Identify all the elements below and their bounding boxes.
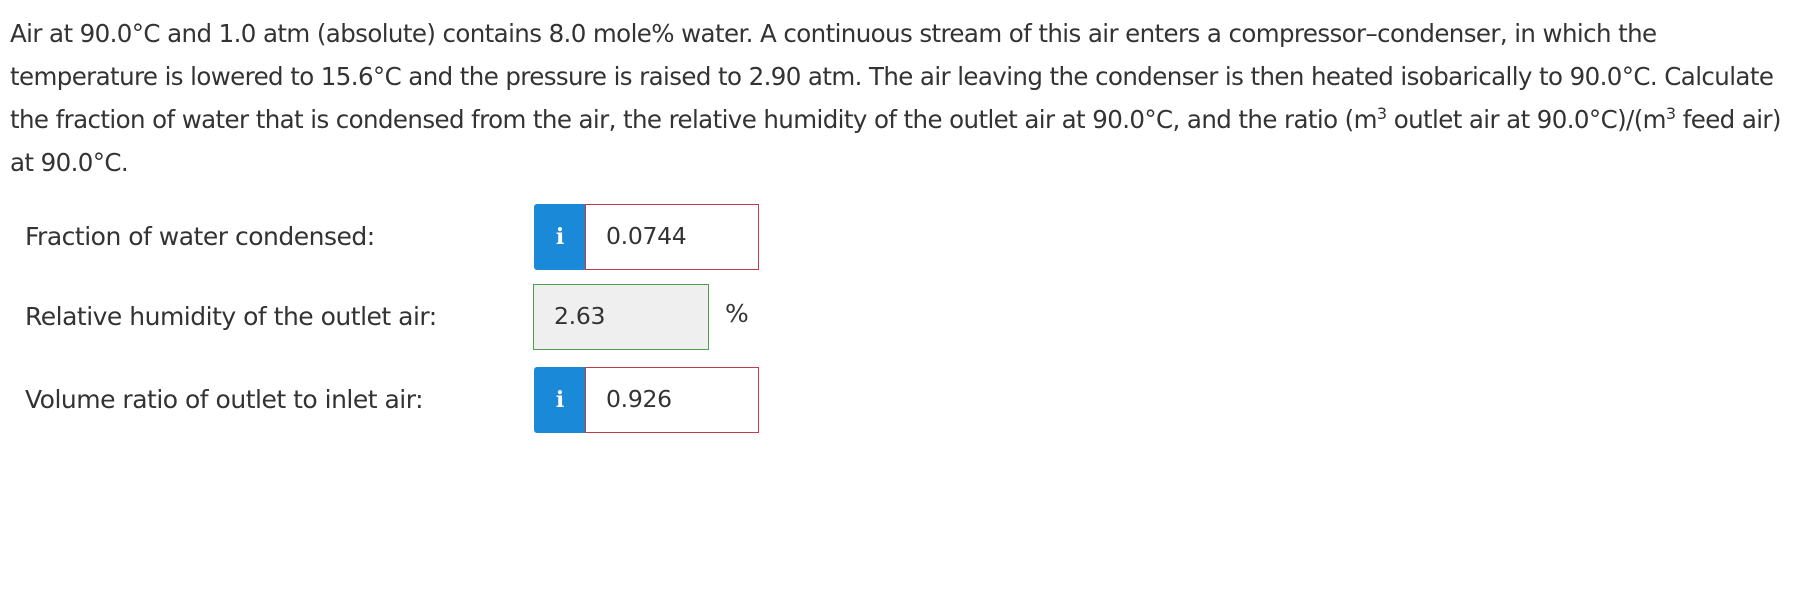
answer-row-fraction-condensed: Fraction of water condensed: i 0.0744 — [0, 204, 1000, 270]
unit-percent: % — [725, 299, 749, 328]
answer-label-relative-humidity: Relative humidity of the outlet air: — [25, 302, 437, 331]
answer-row-volume-ratio: Volume ratio of outlet to inlet air: i 0… — [0, 367, 1000, 433]
answer-input-volume-ratio[interactable]: 0.926 — [585, 367, 759, 433]
answer-label-volume-ratio: Volume ratio of outlet to inlet air: — [25, 385, 424, 414]
question-text-part2: outlet air at 90.0°C)/(m — [1386, 105, 1667, 134]
question-superscript-2: 3 — [1665, 104, 1676, 123]
info-icon: i — [555, 387, 565, 413]
info-button-volume-ratio[interactable]: i — [534, 367, 586, 433]
answer-label-fraction-condensed: Fraction of water condensed: — [25, 222, 375, 251]
info-icon: i — [555, 224, 565, 250]
question-text: Air at 90.0°C and 1.0 atm (absolute) con… — [10, 12, 1800, 184]
answer-input-relative-humidity[interactable]: 2.63 — [533, 284, 709, 350]
info-button-fraction-condensed[interactable]: i — [534, 204, 586, 270]
answer-row-relative-humidity: Relative humidity of the outlet air: 2.6… — [0, 284, 1000, 350]
question-superscript-1: 3 — [1376, 104, 1387, 123]
answer-input-fraction-condensed[interactable]: 0.0744 — [585, 204, 759, 270]
